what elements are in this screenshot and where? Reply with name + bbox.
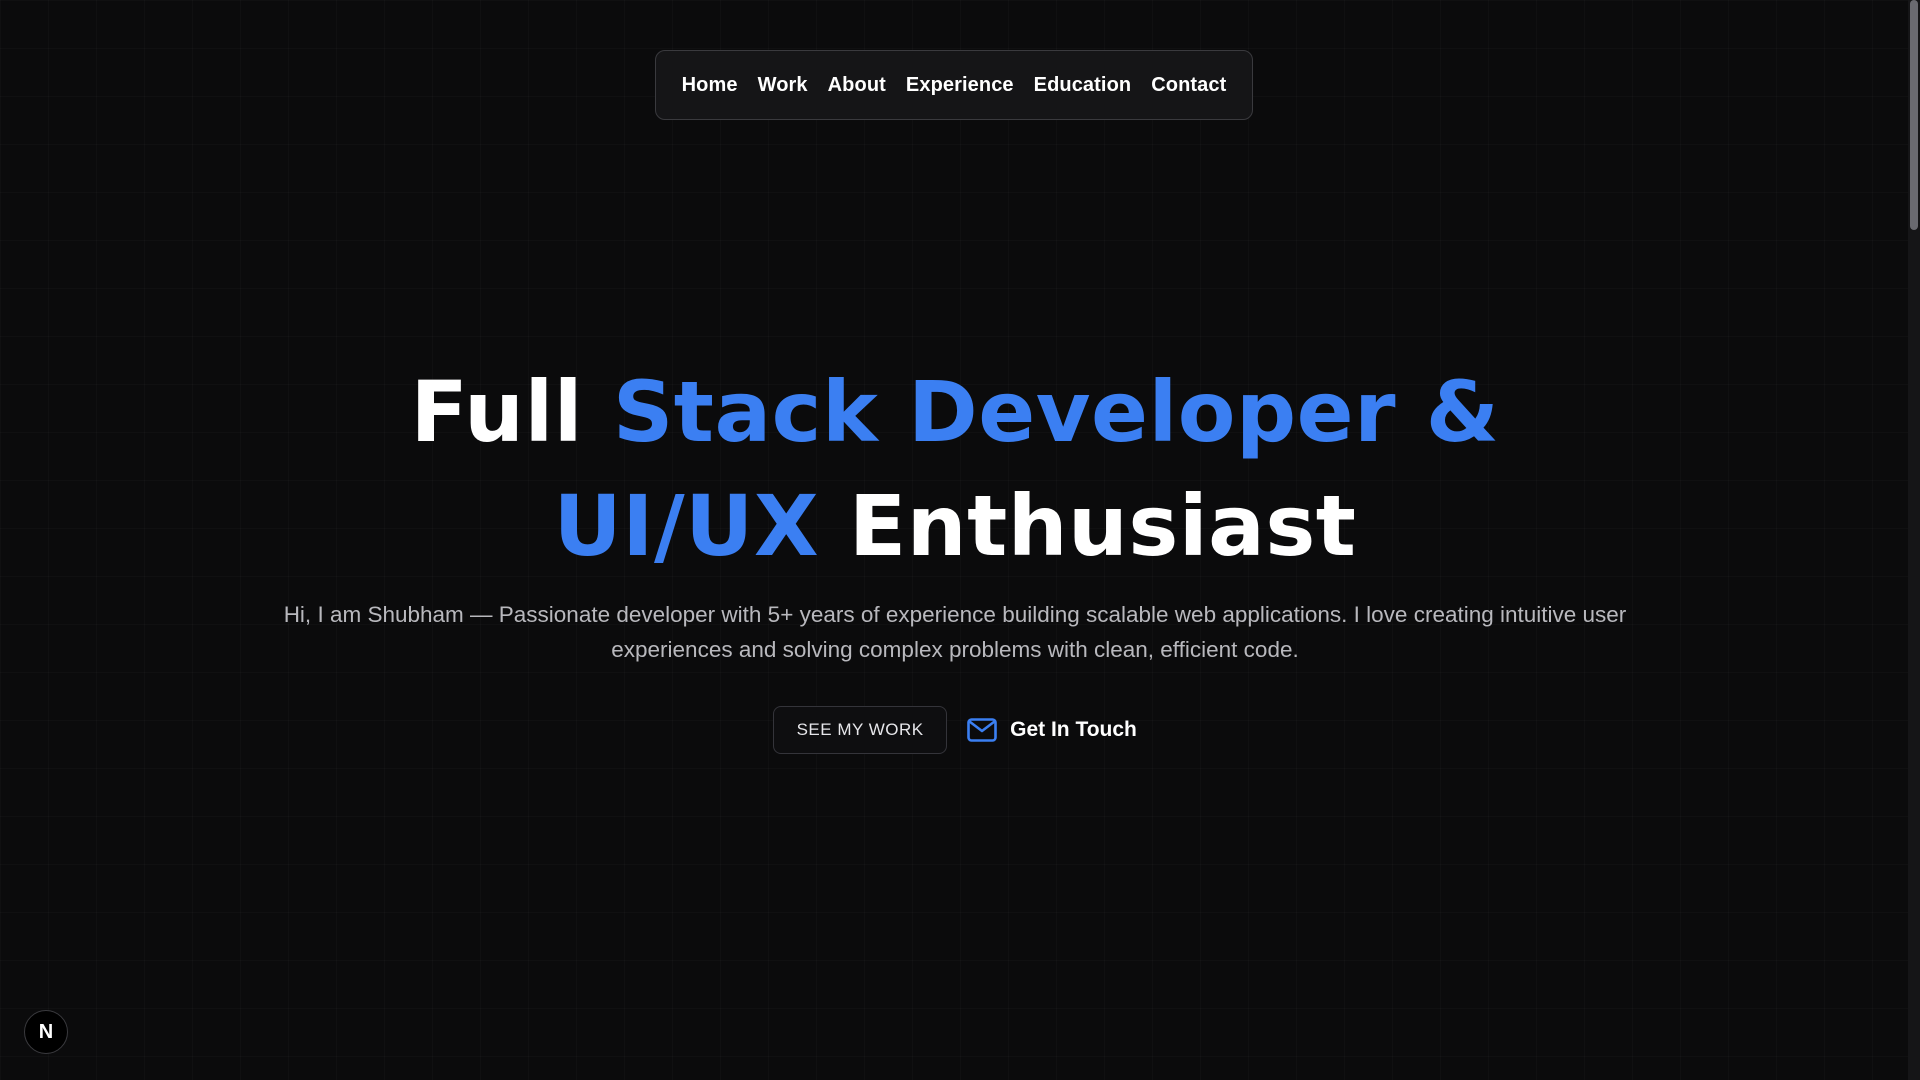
nextjs-logo-icon[interactable]: N — [24, 1010, 68, 1054]
nav-link-home[interactable]: Home — [682, 74, 738, 97]
mail-icon — [967, 718, 997, 742]
page-scrollbar[interactable] — [1908, 0, 1920, 1080]
hero-title-part-uiux: UI/UX — [553, 477, 820, 575]
get-in-touch-button[interactable]: Get In Touch — [967, 718, 1137, 742]
nav-link-work[interactable]: Work — [758, 74, 808, 97]
hero-title-part-enthusiast: Enthusiast — [819, 477, 1357, 575]
scrollbar-thumb[interactable] — [1910, 0, 1918, 230]
nav-link-about[interactable]: About — [828, 74, 886, 97]
get-in-touch-label: Get In Touch — [1010, 718, 1137, 741]
hero-title: Full Stack Developer & UI/UX Enthusiast — [0, 355, 1910, 583]
top-navigation: Home Work About Experience Education Con… — [655, 50, 1253, 120]
badge-letter: N — [38, 1020, 54, 1043]
page: Home Work About Experience Education Con… — [0, 0, 1920, 1080]
nav-link-experience[interactable]: Experience — [906, 74, 1014, 97]
nav-link-education[interactable]: Education — [1034, 74, 1132, 97]
hero-actions: SEE MY WORK Get In Touch — [0, 706, 1910, 754]
hero-title-part-full: Full — [410, 363, 613, 461]
nav-link-contact[interactable]: Contact — [1151, 74, 1226, 97]
hero-subtitle: Hi, I am Shubham — Passionate developer … — [283, 602, 1627, 662]
see-my-work-button[interactable]: SEE MY WORK — [773, 706, 948, 754]
hero-title-part-stack-developer: Stack Developer & — [612, 363, 1500, 461]
